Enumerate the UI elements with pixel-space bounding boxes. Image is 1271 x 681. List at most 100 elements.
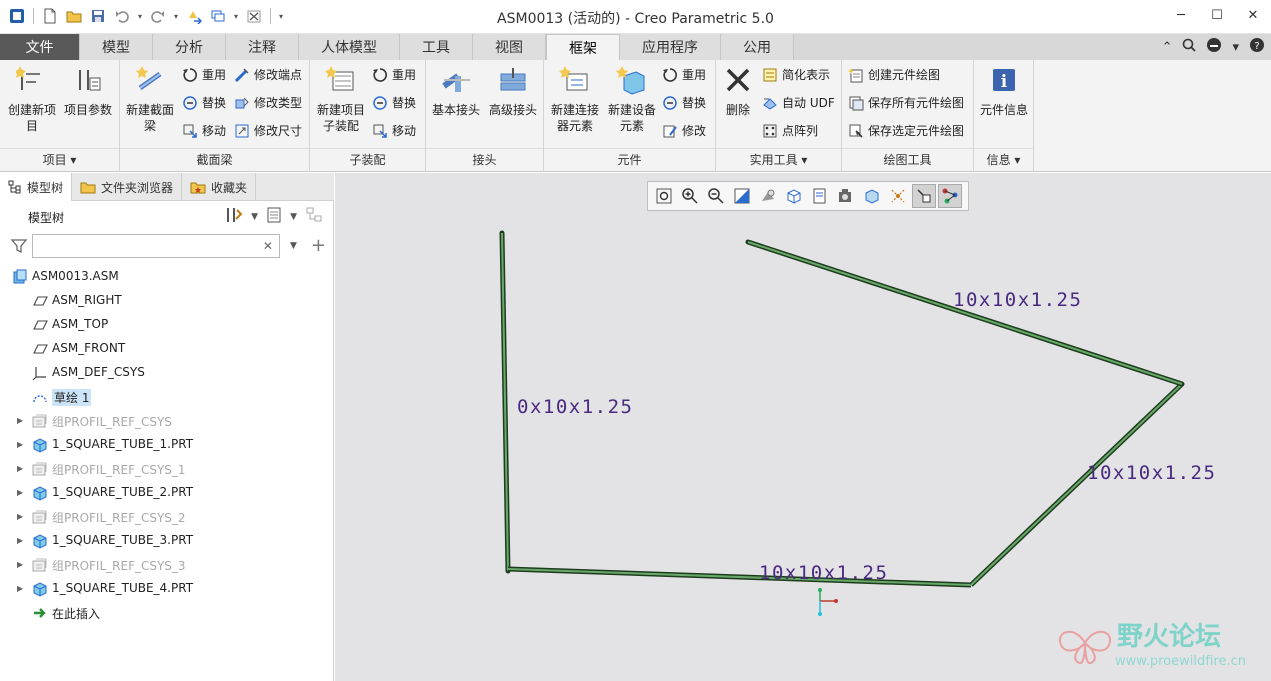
filter-icon[interactable]	[10, 237, 28, 255]
new-item-subassembly-button[interactable]: 新建项目子装配	[312, 64, 370, 134]
part-icon	[32, 485, 48, 501]
group-label-items[interactable]: 项目 ▾	[0, 148, 119, 172]
tree-item[interactable]: ▶ 1_SQUARE_TUBE_1.PRT	[0, 433, 334, 457]
component-reuse-button[interactable]: 重用	[662, 66, 706, 83]
tab-annotate[interactable]: 注释	[226, 34, 299, 60]
reuse-icon	[373, 67, 387, 82]
tab-common[interactable]: 公用	[721, 34, 794, 60]
tab-model-tree[interactable]: 模型树	[0, 173, 73, 201]
component-info-button[interactable]: i 元件信息	[976, 64, 1032, 118]
tree-item[interactable]: ASM_FRONT	[0, 337, 334, 361]
tree-item[interactable]: 草绘 1	[0, 385, 334, 409]
tab-model[interactable]: 模型	[80, 34, 153, 60]
group-items: 创建新项目 项目参数 项目 ▾	[0, 60, 120, 172]
item-parameters-button[interactable]: 项目参数	[62, 64, 114, 118]
point-pattern-button[interactable]: 点阵列	[762, 122, 818, 139]
modify-type-button[interactable]: 修改类型	[234, 94, 302, 111]
tree-search-input[interactable]: ✕	[31, 234, 280, 258]
group-label-utilities[interactable]: 实用工具 ▾	[716, 148, 841, 172]
tab-manikin[interactable]: 人体模型	[299, 34, 400, 60]
collapse-ribbon-icon[interactable]: ⌃	[1162, 40, 1173, 55]
ribbon-tabs: 文件 模型 分析 注释 人体模型 工具 视图 框架 应用程序 公用	[0, 34, 1271, 60]
subassembly-move-button[interactable]: 移动	[372, 122, 416, 139]
assembly-icon	[12, 269, 28, 285]
expand-arrow-icon[interactable]: ▶	[17, 512, 23, 521]
beam-reuse-button[interactable]: 重用	[182, 66, 226, 83]
expand-arrow-icon[interactable]: ▶	[17, 464, 23, 473]
component-replace-button[interactable]: 替换	[662, 94, 706, 111]
sketch-icon	[32, 389, 48, 405]
expand-arrow-icon[interactable]: ▶	[17, 416, 23, 425]
tree-item[interactable]: ASM_RIGHT	[0, 289, 334, 313]
group-subassembly: 新建项目子装配 重用 替换 移动 子装配	[310, 60, 426, 172]
expand-arrow-icon[interactable]: ▶	[17, 584, 23, 593]
tab-file[interactable]: 文件	[0, 34, 80, 60]
subassembly-replace-button[interactable]: 替换	[372, 94, 416, 111]
basic-joint-button[interactable]: 基本接头	[430, 64, 482, 118]
add-filter-icon[interactable]: +	[311, 237, 326, 255]
tab-framework[interactable]: 框架	[546, 34, 620, 60]
expand-arrow-icon[interactable]: ▶	[17, 536, 23, 545]
auto-udf-button[interactable]: 自动 UDF	[762, 94, 835, 111]
simplified-rep-button[interactable]: 简化表示	[762, 66, 830, 83]
beam-replace-button[interactable]: 替换	[182, 94, 226, 111]
help-dropdown-icon[interactable]: ▾	[1232, 40, 1239, 55]
save-all-drawings-button[interactable]: 保存所有元件绘图	[848, 94, 964, 111]
beam-move-button[interactable]: 移动	[182, 122, 226, 139]
tree-item[interactable]: ASM_TOP	[0, 313, 334, 337]
tree-item[interactable]: ASM_DEF_CSYS	[0, 361, 334, 385]
component-modify-button[interactable]: 修改	[662, 122, 706, 139]
tree-item[interactable]: ▶ 1_SQUARE_TUBE_4.PRT	[0, 577, 334, 601]
expand-arrow-icon[interactable]: ▶	[17, 560, 23, 569]
delete-button[interactable]: 删除	[720, 64, 756, 118]
tree-columns-icon[interactable]	[266, 206, 282, 227]
tree-item-label: ASM_DEF_CSYS	[52, 365, 145, 379]
subassembly-reuse-button[interactable]: 重用	[372, 66, 416, 83]
tab-favorites[interactable]: 收藏夹	[182, 173, 257, 201]
tree-item[interactable]: ▶ 1_SQUARE_TUBE_2.PRT	[0, 481, 334, 505]
group-label-info[interactable]: 信息 ▾	[974, 148, 1033, 172]
modify-endpoint-button[interactable]: 修改端点	[234, 66, 302, 83]
save-selected-drawings-button[interactable]: 保存选定元件绘图	[848, 122, 964, 139]
tree-filter-settings-icon[interactable]	[305, 206, 323, 227]
expand-arrow-icon[interactable]: ▶	[17, 440, 23, 449]
insert-arrow-icon	[32, 605, 48, 621]
help-icon[interactable]: ?	[1249, 37, 1265, 57]
modify-size-icon	[235, 124, 249, 137]
part-icon	[32, 437, 48, 453]
svg-text:i: i	[1001, 72, 1008, 92]
tree-item[interactable]: ▶ 组PROFIL_REF_CSYS	[0, 409, 334, 433]
tree-item[interactable]: ASM0013.ASM	[0, 265, 334, 289]
tab-view[interactable]: 视图	[473, 34, 546, 60]
tab-analysis[interactable]: 分析	[153, 34, 226, 60]
tree-item[interactable]: ▶ 1_SQUARE_TUBE_3.PRT	[0, 529, 334, 553]
tab-folder-browser[interactable]: 文件夹浏览器	[72, 173, 183, 201]
group-label-section-beam: 截面梁	[120, 148, 309, 172]
ptc-community-icon[interactable]	[1206, 37, 1222, 57]
tab-applications[interactable]: 应用程序	[620, 34, 721, 60]
tree-item[interactable]: ▶ 组PROFIL_REF_CSYS_3	[0, 553, 334, 577]
new-section-beam-button[interactable]: 新建截面梁	[122, 64, 178, 134]
maximize-button[interactable]: ☐	[1199, 0, 1235, 30]
advanced-joint-button[interactable]: 高级接头	[486, 64, 540, 118]
tree-item[interactable]: ▶ 组PROFIL_REF_CSYS_2	[0, 505, 334, 529]
minimize-button[interactable]: ─	[1163, 0, 1199, 30]
clear-search-icon[interactable]: ✕	[263, 239, 273, 253]
tab-tools[interactable]: 工具	[400, 34, 473, 60]
new-device-element-button[interactable]: 新建设备元素	[604, 64, 660, 134]
search-options-dropdown-icon[interactable]: ▼	[290, 241, 297, 251]
tree-columns-dropdown-icon[interactable]: ▼	[290, 212, 297, 222]
graphics-window[interactable]: 0x10x1.25 10x10x1.25 10x10x1.25 10x10x1.…	[335, 173, 1271, 681]
tree-item[interactable]: 在此插入	[0, 601, 334, 625]
tree-item-label: 组PROFIL_REF_CSYS_2	[52, 511, 186, 525]
create-item-button[interactable]: 创建新项目	[4, 64, 60, 134]
tree-settings-dropdown-icon[interactable]: ▼	[251, 212, 258, 222]
create-component-drawing-button[interactable]: 创建元件绘图	[848, 66, 940, 83]
expand-arrow-icon[interactable]: ▶	[17, 488, 23, 497]
tree-item[interactable]: ▶ 组PROFIL_REF_CSYS_1	[0, 457, 334, 481]
modify-size-button[interactable]: 修改尺寸	[234, 122, 302, 139]
new-connector-element-button[interactable]: 新建连接器元素	[546, 64, 604, 134]
tree-settings-icon[interactable]	[225, 206, 243, 227]
close-button[interactable]: ✕	[1235, 0, 1271, 30]
search-icon[interactable]	[1182, 38, 1197, 56]
